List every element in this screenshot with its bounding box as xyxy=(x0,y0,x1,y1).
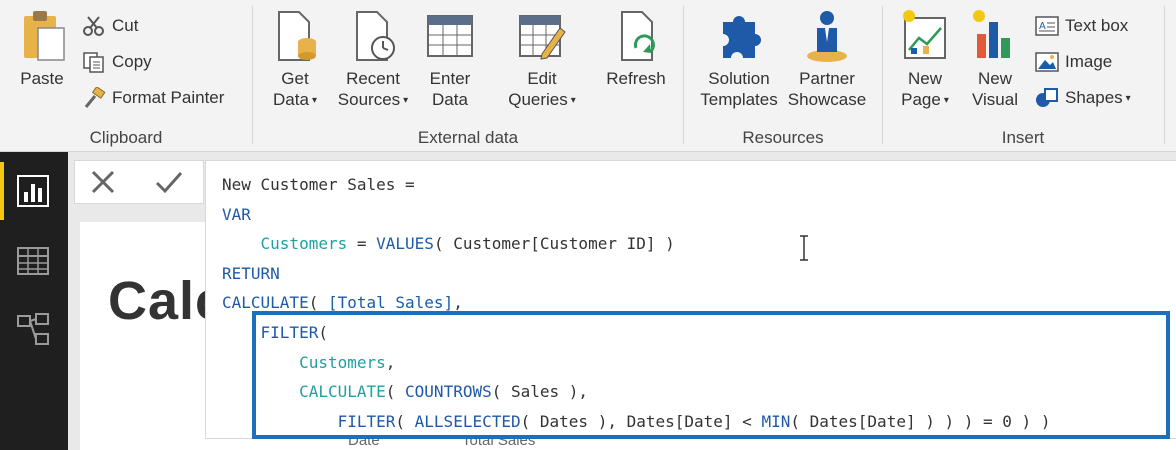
new-visual-button[interactable]: New Visual xyxy=(965,8,1025,110)
enter-data-label-2: Data xyxy=(432,90,468,109)
get-data-label-2: Data ▾ xyxy=(273,90,317,109)
code-token: [Total Sales] xyxy=(327,293,454,313)
new-visual-label-2: Visual xyxy=(972,90,1018,109)
format-painter-button[interactable]: Format Painter xyxy=(82,84,224,112)
copy-button[interactable]: Copy xyxy=(82,48,152,76)
left-navigation xyxy=(0,152,68,450)
insert-group: New Page ▾ New Visual A Text box Image S… xyxy=(883,0,1163,152)
paste-label: Paste xyxy=(20,69,64,88)
code-token: VAR xyxy=(222,204,251,224)
code-token: Customers xyxy=(260,234,348,254)
edit-queries-button[interactable]: Edit Queries ▾ xyxy=(499,8,585,111)
solution-templates-label-2: Templates xyxy=(700,90,778,109)
recent-sources-label: Recent xyxy=(346,69,400,88)
paintbrush-icon xyxy=(84,87,106,108)
code-line: VAR xyxy=(222,200,1050,230)
code-line: New Customer Sales = xyxy=(222,170,1050,200)
text-box-icon: A xyxy=(1035,16,1059,36)
format-painter-label: Format Painter xyxy=(112,88,225,107)
data-view-icon[interactable] xyxy=(16,244,50,278)
external-data-group: Get Data ▾ Recent Sources ▾ Enter Data E… xyxy=(253,0,683,152)
enter-data-label: Enter xyxy=(429,69,471,88)
code-token: ( xyxy=(308,293,328,313)
code-line: RETURN xyxy=(222,259,1050,289)
cut-label: Cut xyxy=(112,16,139,35)
scissors-icon xyxy=(83,16,104,36)
ribbon-separator xyxy=(1164,6,1165,144)
code-token: VALUES xyxy=(376,234,434,254)
new-page-button[interactable]: New Page ▾ xyxy=(895,8,955,111)
code-token: RETURN xyxy=(222,263,280,283)
refresh-icon xyxy=(621,11,655,61)
solution-templates-label: Solution xyxy=(708,69,770,88)
get-data-icon xyxy=(278,11,316,61)
cut-button[interactable]: Cut xyxy=(82,12,138,40)
partner-icon xyxy=(807,11,847,62)
image-button[interactable]: Image xyxy=(1035,48,1112,76)
recent-sources-icon xyxy=(356,11,395,61)
image-icon xyxy=(1035,52,1059,72)
resources-group-label: Resources xyxy=(742,128,824,147)
edit-queries-icon xyxy=(519,15,566,60)
new-visual-label: New xyxy=(977,69,1012,88)
insert-group-label: Insert xyxy=(1001,128,1045,147)
text-box-label: Text box xyxy=(1065,16,1129,35)
shapes-icon xyxy=(1036,88,1058,107)
new-page-label-2: Page ▾ xyxy=(901,90,949,109)
paste-button[interactable]: Paste xyxy=(14,8,70,89)
formula-bar-controls xyxy=(74,160,204,204)
solution-templates-button[interactable]: Solution Templates xyxy=(694,8,784,110)
text-cursor-icon xyxy=(800,235,808,261)
copy-label: Copy xyxy=(112,52,152,71)
ribbon: Paste Cut Copy Format Painter Clipboard … xyxy=(0,0,1176,152)
code-token: ( Customer[Customer ID] ) xyxy=(433,234,675,254)
new-visual-icon xyxy=(973,10,1010,58)
external-data-group-label: External data xyxy=(417,128,519,147)
recent-sources-caret-icon: ▾ xyxy=(403,95,409,107)
relationships-view-icon[interactable] xyxy=(16,312,50,346)
refresh-button[interactable]: Refresh xyxy=(601,8,671,89)
get-data-label: Get xyxy=(281,69,309,88)
recent-sources-label-2: Sources ▾ xyxy=(337,90,409,109)
new-page-caret-icon: ▾ xyxy=(943,95,949,107)
resources-group: Solution Templates Partner Showcase Reso… xyxy=(684,0,882,152)
report-view-icon[interactable] xyxy=(16,174,50,208)
commit-formula-icon[interactable] xyxy=(149,165,189,199)
highlight-box xyxy=(252,311,1170,439)
partner-showcase-label: Partner xyxy=(799,69,855,88)
text-box-button[interactable]: A Text box xyxy=(1035,12,1128,40)
paste-icon xyxy=(24,11,65,61)
shapes-caret-icon: ▾ xyxy=(1125,92,1131,104)
clipboard-group-label: Clipboard xyxy=(89,128,163,147)
puzzle-icon xyxy=(723,16,761,58)
get-data-caret-icon: ▾ xyxy=(311,95,317,107)
partner-showcase-label-2: Showcase xyxy=(787,90,867,109)
edit-queries-label: Edit xyxy=(527,69,557,88)
active-view-indicator xyxy=(0,162,4,220)
image-label: Image xyxy=(1065,52,1113,71)
refresh-label: Refresh xyxy=(606,69,666,88)
code-token: CALCULATE xyxy=(222,293,309,313)
edit-queries-label-2: Queries ▾ xyxy=(508,90,576,109)
enter-data-button[interactable]: Enter Data xyxy=(423,8,477,110)
edit-queries-caret-icon: ▾ xyxy=(570,95,576,107)
new-page-label: New xyxy=(907,69,942,88)
code-token: , xyxy=(453,293,463,313)
partner-showcase-button[interactable]: Partner Showcase xyxy=(784,8,870,110)
svg-text:A: A xyxy=(1039,21,1046,32)
table-icon xyxy=(427,15,473,57)
get-data-button[interactable]: Get Data ▾ xyxy=(265,8,325,111)
cancel-formula-icon[interactable] xyxy=(83,165,123,199)
shapes-button[interactable]: Shapes ▾ xyxy=(1035,84,1131,112)
code-token: = xyxy=(347,234,377,254)
clipboard-group: Paste Cut Copy Format Painter Clipboard xyxy=(0,0,252,152)
copy-icon xyxy=(83,52,104,73)
shapes-label: Shapes xyxy=(1065,88,1123,107)
new-page-icon xyxy=(903,10,946,59)
code-token: New Customer Sales = xyxy=(222,175,415,194)
recent-sources-button[interactable]: Recent Sources ▾ xyxy=(333,8,413,111)
code-line: Customers = VALUES( Customer[Customer ID… xyxy=(222,229,1050,259)
